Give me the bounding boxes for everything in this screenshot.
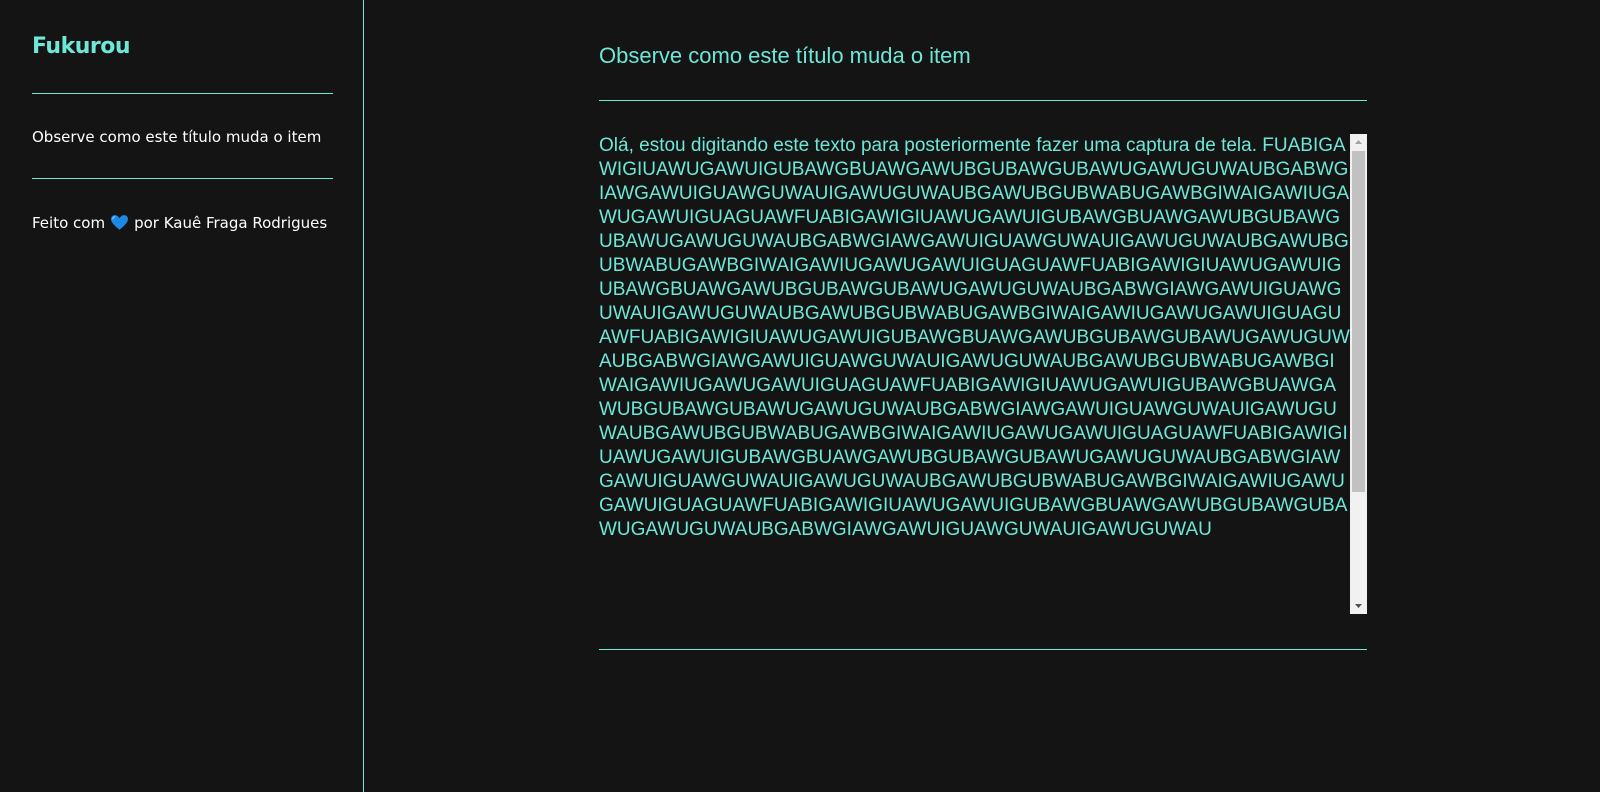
body-divider [599, 649, 1367, 650]
note-body-text[interactable]: Olá, estou digitando este texto para pos… [599, 134, 1350, 614]
editor-pane: Olá, estou digitando este texto para pos… [365, 0, 1600, 792]
scroll-up-arrow-icon[interactable] [1350, 134, 1367, 150]
scroll-thumb[interactable] [1352, 151, 1365, 492]
sidebar: Fukurou Observe como este título muda o … [0, 0, 364, 792]
blue-heart-icon [111, 214, 129, 236]
sidebar-divider [32, 178, 333, 179]
scroll-down-arrow-icon[interactable] [1350, 598, 1367, 614]
note-body-textarea[interactable]: Olá, estou digitando este texto para pos… [599, 134, 1367, 614]
note-list-item[interactable]: Observe como este título muda o item [32, 126, 321, 148]
footer-prefix: Feito com [32, 214, 106, 232]
sidebar-divider [32, 93, 333, 94]
footer-suffix: por Kauê Fraga Rodrigues [134, 214, 328, 232]
title-divider [599, 100, 1367, 101]
footer-credit: Feito com por Kauê Fraga Rodrigues [32, 212, 327, 236]
note-title-input[interactable] [599, 38, 1367, 74]
vertical-scrollbar[interactable] [1350, 134, 1367, 614]
app-logo[interactable]: Fukurou [32, 32, 131, 62]
